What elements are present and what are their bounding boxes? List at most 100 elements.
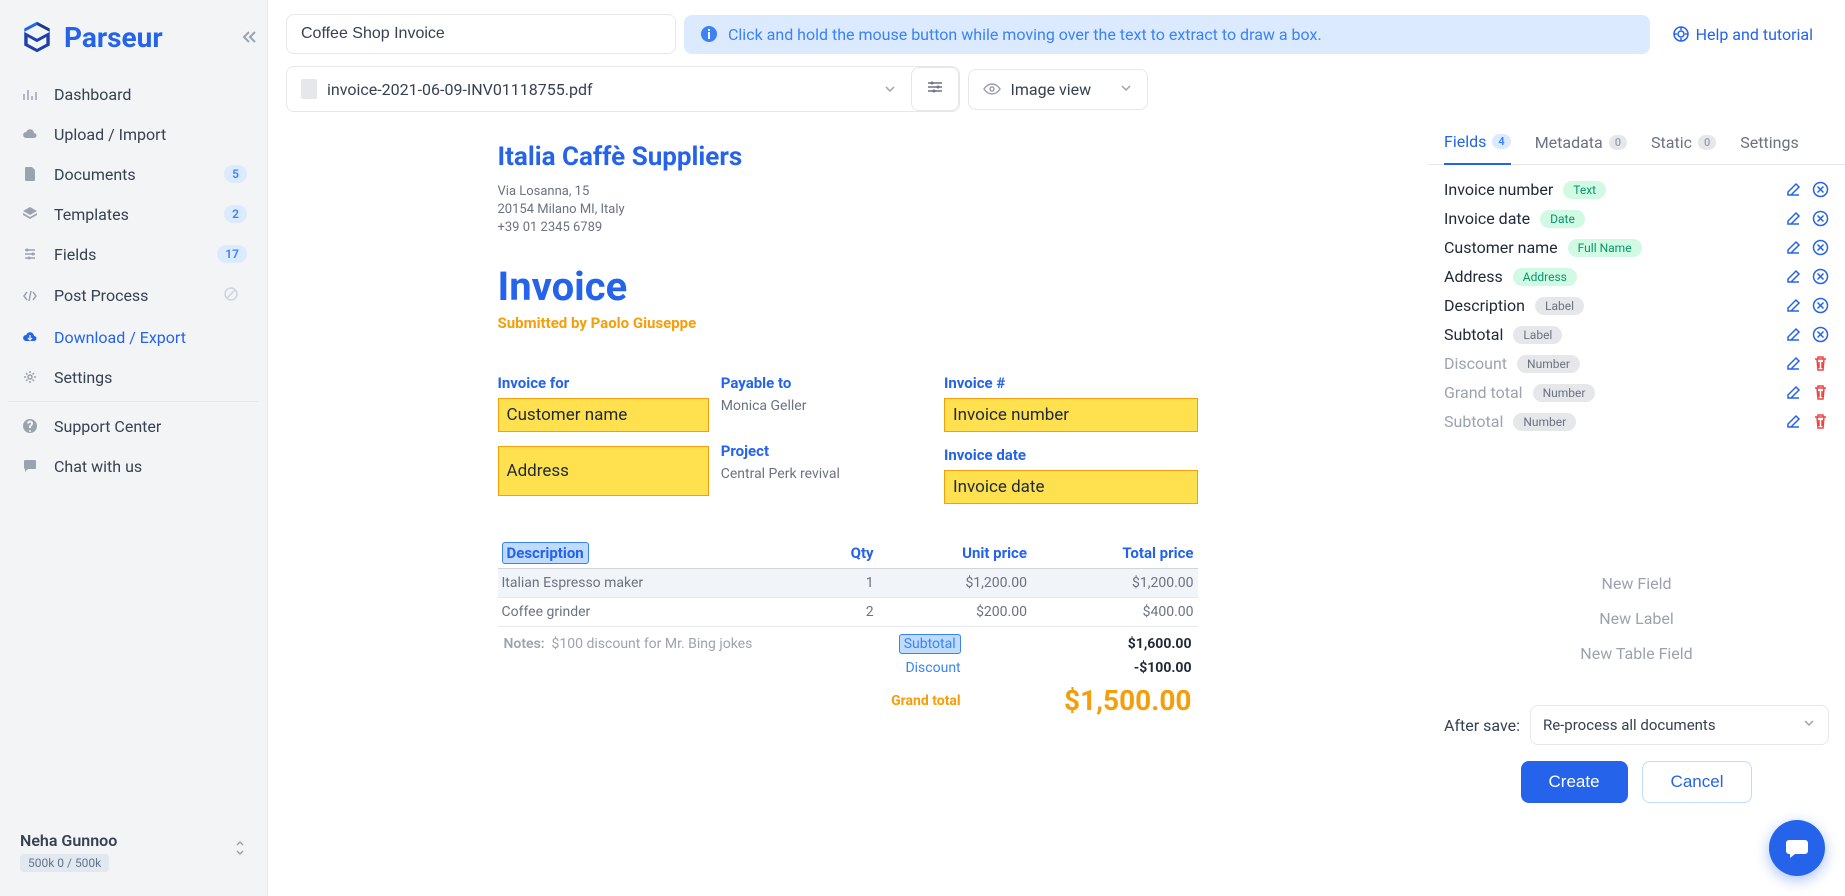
gear-icon: [20, 367, 40, 387]
field-row[interactable]: Invoice numberText: [1444, 175, 1829, 204]
edit-icon[interactable]: [1785, 181, 1802, 198]
edit-icon[interactable]: [1785, 413, 1802, 430]
field-row[interactable]: SubtotalLabel: [1444, 320, 1829, 349]
main: Click and hold the mouse button while mo…: [268, 0, 1845, 896]
nav-label: Templates: [54, 205, 224, 224]
chevron-down-icon: [1119, 80, 1133, 99]
item-total: $1,200.00: [1031, 569, 1198, 598]
item-total: $400.00: [1031, 598, 1198, 627]
highlight-invoice-date[interactable]: Invoice date: [944, 470, 1198, 504]
edit-icon[interactable]: [1785, 384, 1802, 401]
fields-list: Invoice numberTextInvoice dateDateCustom…: [1428, 165, 1845, 446]
sidebar-item-settings[interactable]: Settings: [8, 357, 259, 397]
field-type-tag: Address: [1513, 268, 1577, 286]
document-viewer[interactable]: Italia Caffè Suppliers Via Losanna, 15 2…: [268, 112, 1427, 896]
document-name-select[interactable]: invoice-2021-06-09-INV01118755.pdf: [287, 69, 911, 109]
sidebar-item-download[interactable]: Download / Export: [8, 317, 259, 357]
supplier-address-1: Via Losanna, 15: [498, 184, 1198, 199]
trash-icon[interactable]: [1812, 384, 1829, 401]
item-unit: $1,200.00: [878, 569, 1031, 598]
highlight-subtotal-label[interactable]: Subtotal: [899, 634, 961, 654]
grand-total-value: $1,500.00: [967, 681, 1196, 720]
user-menu[interactable]: Neha Gunnoo 500k 0 / 500k: [8, 819, 259, 884]
eye-icon: [983, 80, 1001, 98]
edit-icon[interactable]: [1785, 210, 1802, 227]
highlight-address[interactable]: Address: [498, 446, 709, 496]
view-mode-select[interactable]: Image view: [968, 69, 1148, 110]
sidebar-item-fields[interactable]: Fields 17: [8, 234, 259, 274]
document-toolbar: invoice-2021-06-09-INV01118755.pdf Image…: [268, 54, 1845, 112]
field-type-tag: Number: [1513, 413, 1576, 431]
tab-fields[interactable]: Fields 4: [1444, 124, 1511, 165]
new-field-button[interactable]: New Field: [1444, 566, 1829, 601]
field-name: Subtotal: [1444, 325, 1503, 344]
chat-widget-button[interactable]: [1769, 820, 1825, 876]
tab-label: Fields: [1444, 132, 1486, 151]
tab-settings[interactable]: Settings: [1740, 124, 1798, 164]
mailbox-name-input[interactable]: [286, 14, 676, 54]
help-link[interactable]: Help and tutorial: [1658, 17, 1827, 52]
remove-icon[interactable]: [1812, 239, 1829, 256]
edit-icon[interactable]: [1785, 268, 1802, 285]
notes-label: Notes:: [504, 636, 545, 652]
tab-label: Settings: [1740, 133, 1798, 152]
field-row[interactable]: DescriptionLabel: [1444, 291, 1829, 320]
item-desc: Coffee grinder: [498, 598, 813, 627]
col-description: Description: [498, 538, 813, 569]
nav-badge: 5: [224, 165, 247, 183]
nav-label: Download / Export: [54, 328, 247, 347]
highlight-invoice-number[interactable]: Invoice number: [944, 398, 1198, 432]
field-name: Grand total: [1444, 383, 1523, 402]
edit-icon[interactable]: [1785, 355, 1802, 372]
trash-icon[interactable]: [1812, 355, 1829, 372]
field-row[interactable]: SubtotalNumber: [1444, 407, 1829, 436]
tab-metadata[interactable]: Metadata 0: [1535, 124, 1627, 164]
nav-label: Dashboard: [54, 85, 247, 104]
field-row[interactable]: Grand total Number: [1444, 378, 1829, 407]
field-type-tag: Number: [1533, 384, 1596, 402]
field-row[interactable]: AddressAddress: [1444, 262, 1829, 291]
remove-icon[interactable]: [1812, 268, 1829, 285]
sidebar-item-dashboard[interactable]: Dashboard: [8, 74, 259, 114]
sidebar-item-support[interactable]: Support Center: [8, 406, 259, 446]
create-button[interactable]: Create: [1521, 761, 1628, 803]
sidebar-item-chat[interactable]: Chat with us: [8, 446, 259, 486]
tab-label: Static: [1651, 133, 1692, 152]
code-icon: [20, 286, 40, 306]
new-table-field-button[interactable]: New Table Field: [1444, 636, 1829, 671]
highlight-description-header[interactable]: Description: [502, 542, 589, 564]
field-name: Invoice number: [1444, 180, 1553, 199]
remove-icon[interactable]: [1812, 326, 1829, 343]
chevron-double-left-icon: [241, 28, 259, 46]
cancel-button[interactable]: Cancel: [1642, 761, 1753, 803]
tip-text: Click and hold the mouse button while mo…: [728, 25, 1322, 44]
supplier-address-2: 20154 Milano MI, Italy: [498, 202, 1198, 217]
nav-label: Settings: [54, 368, 247, 387]
new-label-button[interactable]: New Label: [1444, 601, 1829, 636]
edit-icon[interactable]: [1785, 297, 1802, 314]
panel-tabs: Fields 4 Metadata 0 Static 0 Settings: [1428, 124, 1845, 165]
field-row[interactable]: Customer nameFull Name: [1444, 233, 1829, 262]
tab-static[interactable]: Static 0: [1651, 124, 1716, 164]
edit-icon[interactable]: [1785, 326, 1802, 343]
remove-icon[interactable]: [1812, 181, 1829, 198]
sidebar-item-post-process[interactable]: Post Process: [8, 274, 259, 317]
filter-button[interactable]: [911, 67, 959, 111]
field-row[interactable]: DiscountNumber: [1444, 349, 1829, 378]
brand-logo[interactable]: Parseur: [8, 12, 259, 74]
item-desc: Italian Espresso maker: [498, 569, 813, 598]
field-row[interactable]: Invoice dateDate: [1444, 204, 1829, 233]
sidebar-collapse-button[interactable]: [237, 24, 263, 54]
discount-value: -$100.00: [967, 657, 1196, 679]
sidebar-item-templates[interactable]: Templates 2: [8, 194, 259, 234]
field-type-tag: Label: [1535, 297, 1584, 315]
edit-icon[interactable]: [1785, 239, 1802, 256]
highlight-customer-name[interactable]: Customer name: [498, 398, 709, 432]
remove-icon[interactable]: [1812, 297, 1829, 314]
remove-icon[interactable]: [1812, 210, 1829, 227]
sidebar-item-documents[interactable]: Documents 5: [8, 154, 259, 194]
after-save-select[interactable]: Re-process all documents: [1530, 705, 1829, 745]
nav-label: Support Center: [54, 417, 247, 436]
sidebar-item-upload[interactable]: Upload / Import: [8, 114, 259, 154]
trash-icon[interactable]: [1812, 413, 1829, 430]
